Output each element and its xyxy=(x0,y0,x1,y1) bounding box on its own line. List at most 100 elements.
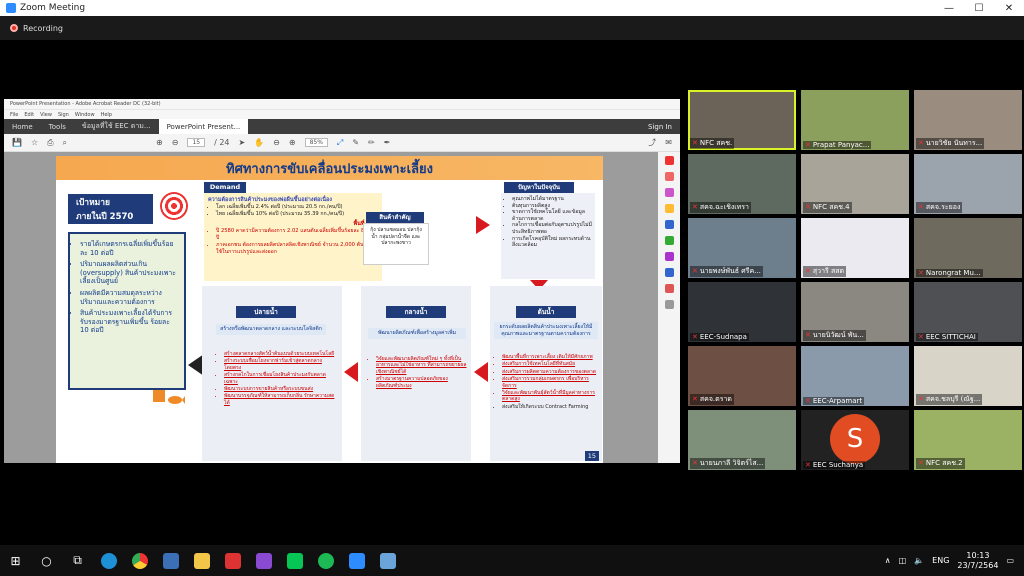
maximize-button[interactable]: ☐ xyxy=(964,3,994,14)
menu-view[interactable]: View xyxy=(40,112,52,118)
hand-icon[interactable]: ✋ xyxy=(254,138,264,147)
mic-muted-icon: ✕ xyxy=(918,395,924,403)
file-explorer-icon[interactable] xyxy=(186,545,217,576)
cursor-icon[interactable]: ➤ xyxy=(239,138,246,147)
tab-tools[interactable]: Tools xyxy=(41,119,74,134)
participant-tile[interactable]: ✕ นายนิวัฒน์ พัน... xyxy=(801,282,909,342)
menu-file[interactable]: File xyxy=(10,112,18,118)
app-icon-2[interactable] xyxy=(372,545,403,576)
demand-box: ความต้องการสินค้าประมงของพ่อผืนขึ้นอย่าง… xyxy=(204,193,382,281)
mic-muted-icon: ✕ xyxy=(805,331,811,339)
pdf-export-icon[interactable] xyxy=(664,156,674,165)
edit-pdf-icon[interactable] xyxy=(664,188,674,197)
zoom-out-icon[interactable]: ⊖ xyxy=(273,138,280,147)
close-button[interactable]: ✕ xyxy=(994,3,1024,14)
acrobat-menubar: File Edit View Sign Window Help xyxy=(4,110,680,119)
acrobat-tools-panel xyxy=(658,152,680,463)
network-icon[interactable]: ◫ xyxy=(899,556,907,565)
menu-sign[interactable]: Sign xyxy=(58,112,69,118)
comment-icon[interactable]: ✎ xyxy=(352,138,359,147)
bookmark-icon[interactable]: ☆ xyxy=(31,138,38,147)
volume-icon[interactable]: 🔈 xyxy=(914,556,924,565)
search-icon[interactable]: ⌕ xyxy=(63,138,67,148)
organize-icon[interactable] xyxy=(664,236,674,245)
notification-icon[interactable]: ▭ xyxy=(1006,556,1014,565)
participant-tile[interactable]: ✕ Prapat Panyac... xyxy=(801,90,909,150)
calendar-icon[interactable] xyxy=(217,545,248,576)
search-icon[interactable]: ○ xyxy=(31,545,62,576)
participant-tile[interactable]: ✕ สคจ.ฉะเชิงเทรา xyxy=(688,154,796,214)
zoom-icon[interactable] xyxy=(341,545,372,576)
comment-tool-icon[interactable] xyxy=(664,204,674,213)
participant-tile[interactable]: ✕ สคจ.ชลบุรี (ณัฐ... xyxy=(914,346,1022,406)
sign-in-link[interactable]: Sign In xyxy=(640,119,680,134)
sign-icon[interactable]: ✒ xyxy=(384,138,391,147)
task-view-icon[interactable]: ⧉ xyxy=(62,545,93,576)
language-indicator[interactable]: ENG xyxy=(932,556,949,565)
upstream-item: พัฒนาพื้นที่การเพาะเลี้ยง เติมให้มีศักยภ… xyxy=(502,354,600,360)
tab-powerpoint-presentation[interactable]: PowerPoint Present... xyxy=(158,119,249,134)
more-tools-icon[interactable] xyxy=(664,300,674,309)
page-down-icon[interactable]: ⊖ xyxy=(172,138,179,147)
save-icon[interactable]: 💾 xyxy=(12,138,22,147)
participant-tile[interactable]: S ✕ EEC Suchanya xyxy=(801,410,909,470)
participant-tile[interactable]: ✕ EEC SITTICHAI xyxy=(914,282,1022,342)
participant-tile[interactable]: ✕ Narongrat Mu... xyxy=(914,218,1022,278)
protect-icon[interactable] xyxy=(664,284,674,293)
mic-muted-icon: ✕ xyxy=(692,333,698,341)
email-icon[interactable]: ✉ xyxy=(665,138,672,147)
clock[interactable]: 10:13 23/7/2564 xyxy=(957,551,998,571)
participant-name-text: สคจ.ฉะเชิงเทรา xyxy=(699,203,749,211)
participant-tile[interactable]: ✕ NFC สคช. xyxy=(688,90,796,150)
participant-tile[interactable]: ✕ นายนภาลี วิจิตร์ไส... xyxy=(688,410,796,470)
combine-icon[interactable] xyxy=(664,220,674,229)
participant-tile[interactable]: ✕ NFC สคช.2 xyxy=(914,410,1022,470)
page-number-input[interactable]: 15 xyxy=(187,138,206,147)
menu-edit[interactable]: Edit xyxy=(24,112,34,118)
participant-tile[interactable]: ✕ นายวิชัย นันทาร... xyxy=(914,90,1022,150)
goal-item: ปริมาณผลผลิตส่วนเกิน (oversupply) สินค้า… xyxy=(80,260,178,286)
participant-tile[interactable]: ✕ NFC สคช.4 xyxy=(801,154,909,214)
highlight-icon[interactable]: ✏ xyxy=(368,138,375,147)
fit-page-icon[interactable]: ⤢ xyxy=(337,138,343,148)
goal-header: เป้าหมาย ภายในปี 2570 xyxy=(68,194,153,224)
problem-item: กลไกการเชื่อมต่อกับอุตฯแปรรูปไม่มีประสิท… xyxy=(512,222,592,235)
problem-item: ขาดการใช้เทคโนโลยี และข้อมูลด้านการตลาด xyxy=(512,209,592,222)
app-icon[interactable] xyxy=(155,545,186,576)
participant-tile[interactable]: ✕ EEC-Arpamart xyxy=(801,346,909,406)
menu-window[interactable]: Window xyxy=(75,112,95,118)
chrome-icon[interactable] xyxy=(124,545,155,576)
send-icon[interactable] xyxy=(664,268,674,277)
menu-help[interactable]: Help xyxy=(101,112,112,118)
participant-tile[interactable]: ✕ สคจ.ตราด xyxy=(688,346,796,406)
participant-tile[interactable]: ✕ สคจ.ระยอง xyxy=(914,154,1022,214)
visual-studio-icon[interactable] xyxy=(248,545,279,576)
goal-item: สินค้าประมงเพาะเลี้ยงได้รับการรับรองมาตร… xyxy=(80,309,178,335)
clock-time: 10:13 xyxy=(966,550,990,560)
document-viewport: ทิศทางการขับเคลื่อนประมงเพาะเลี้ยง เป้าห… xyxy=(4,152,680,463)
edge-icon[interactable] xyxy=(93,545,124,576)
participant-name: ✕ สุวารี สสต xyxy=(803,266,847,277)
participant-tile[interactable]: ✕ นายพงษ์พันธ์ ศรีค... xyxy=(688,218,796,278)
screen-share-window: PowerPoint Presentation - Adobe Acrobat … xyxy=(4,99,680,463)
participant-tile[interactable]: ✕ EEC-Sudnapa xyxy=(688,282,796,342)
zoom-in-icon[interactable]: ⊕ xyxy=(289,138,296,147)
page-up-icon[interactable]: ⊕ xyxy=(156,138,163,147)
start-button[interactable]: ⊞ xyxy=(0,545,31,576)
target-icon xyxy=(160,192,188,220)
tab-document-eec[interactable]: ข้อมูลที่ใช้ EEC ตาม... xyxy=(74,119,159,134)
fill-sign-icon[interactable] xyxy=(664,252,674,261)
line-icon[interactable] xyxy=(279,545,310,576)
spotify-icon[interactable] xyxy=(310,545,341,576)
minimize-button[interactable]: — xyxy=(934,3,964,14)
upstream-item: ส่งเสริมให้เกิดระบบ Contract Farming xyxy=(502,404,600,410)
chevron-up-icon[interactable]: ∧ xyxy=(885,556,891,565)
participant-tile[interactable]: ✕ สุวารี สสต xyxy=(801,218,909,278)
tab-home[interactable]: Home xyxy=(4,119,41,134)
acrobat-tabs: Home Tools ข้อมูลที่ใช้ EEC ตาม... Power… xyxy=(4,119,680,134)
print-icon[interactable]: ⎙ xyxy=(47,138,53,148)
zoom-level-select[interactable]: 85% xyxy=(304,138,328,147)
share-icon[interactable]: ⤴ xyxy=(648,137,656,148)
mic-muted-icon: ✕ xyxy=(692,267,698,275)
create-pdf-icon[interactable] xyxy=(664,172,674,181)
